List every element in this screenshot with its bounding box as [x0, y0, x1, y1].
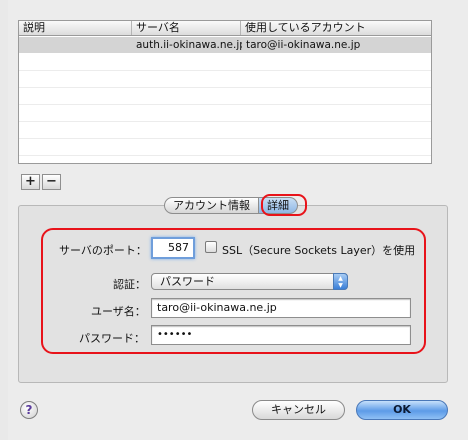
column-header-description[interactable]: 説明: [19, 21, 132, 35]
cell-server: auth.ii-okinawa.ne.jp: [136, 39, 242, 51]
ssl-checkbox[interactable]: [205, 241, 217, 253]
row-divider: [19, 104, 431, 105]
port-input[interactable]: 587: [151, 237, 195, 259]
cell-description: [19, 37, 132, 53]
cell-account: taro@ii-okinawa.ne.jp: [246, 39, 361, 51]
tab-account-info[interactable]: アカウント情報: [164, 197, 259, 214]
username-label: ユーザ名：: [91, 305, 146, 318]
column-header-account[interactable]: 使用しているアカウント: [241, 21, 431, 35]
auth-label: 認証：: [113, 278, 146, 291]
cancel-button[interactable]: キャンセル: [252, 400, 345, 420]
auth-method-select[interactable]: パスワード ▲ ▼: [151, 273, 348, 290]
row-divider: [19, 70, 431, 71]
ok-button[interactable]: OK: [356, 400, 448, 420]
column-header-server[interactable]: サーバ名: [132, 21, 241, 35]
remove-server-button[interactable]: −: [42, 174, 61, 190]
highlight-tab-annotation: [261, 194, 307, 216]
table-header: 説明 サーバ名 使用しているアカウント: [18, 20, 432, 36]
help-button[interactable]: ?: [20, 401, 38, 419]
password-label: パスワード：: [79, 332, 145, 345]
chevron-updown-icon: ▲ ▼: [333, 273, 348, 290]
row-divider: [19, 87, 431, 88]
row-divider: [19, 138, 431, 139]
ssl-label: SSL（Secure Sockets Layer）を使用: [222, 244, 416, 257]
username-input[interactable]: taro@ii-okinawa.ne.jp: [151, 298, 411, 318]
port-label: サーバのポート：: [59, 244, 147, 257]
row-divider: [19, 121, 431, 122]
window-edge: [0, 0, 8, 440]
auth-method-value: パスワード: [160, 275, 215, 288]
password-input[interactable]: ••••••: [151, 325, 411, 345]
row-divider: [19, 155, 431, 156]
add-server-button[interactable]: +: [21, 174, 40, 190]
table-row[interactable]: auth.ii-okinawa.ne.jp taro@ii-okinawa.ne…: [19, 37, 431, 53]
